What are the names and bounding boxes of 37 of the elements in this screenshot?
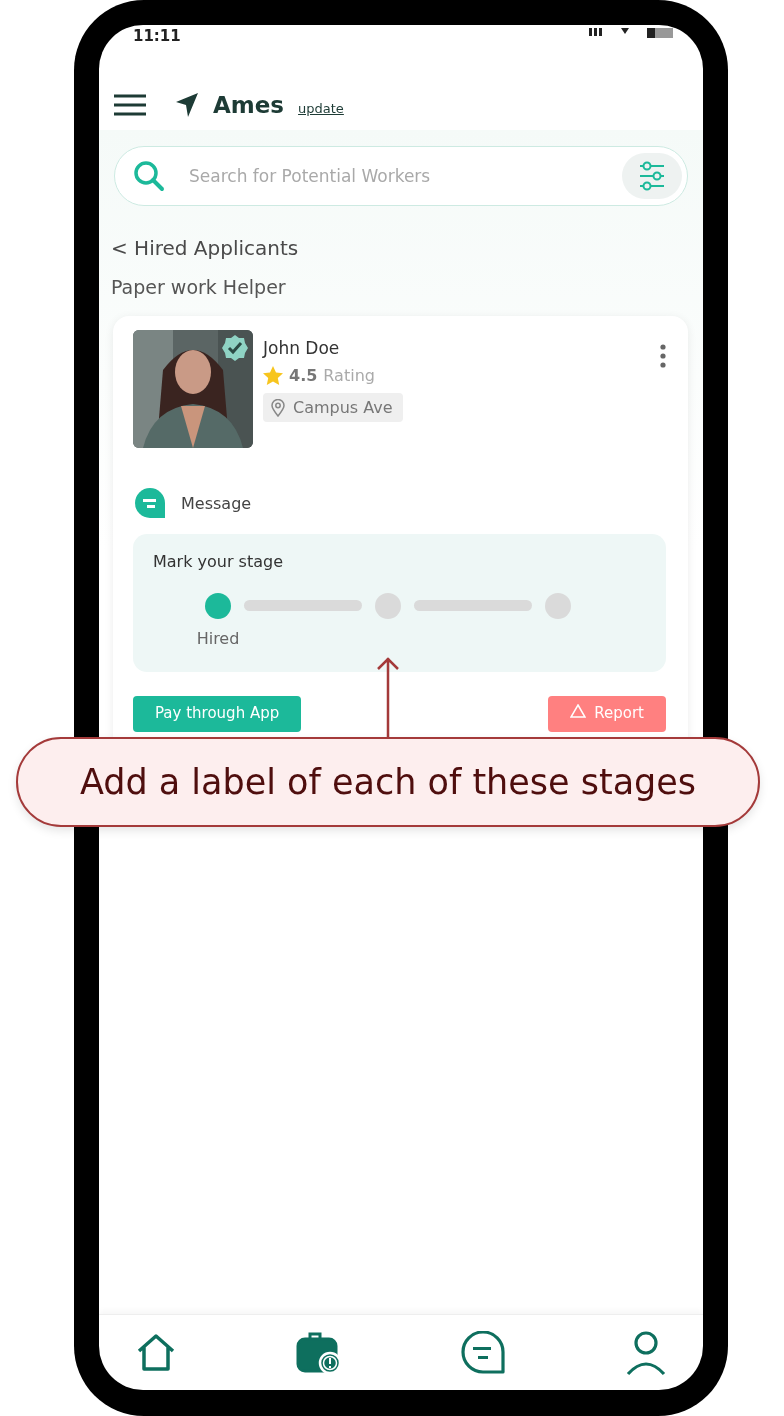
signal-icon [589,28,603,36]
battery-icon [647,28,673,38]
search-field[interactable]: Search for Potential Workers [187,165,600,187]
stage-label: Hired [196,629,240,648]
star-icon [263,366,283,385]
job-title: Paper work Helper [111,276,287,298]
nav-tab[interactable] [460,1330,507,1375]
back-link[interactable]: < Hired Applicants [111,236,688,260]
status-time: 11:11 [133,28,181,44]
home-icon [135,1331,177,1374]
chat-icon [460,1330,507,1375]
applicant-name: John Doe [263,338,341,358]
stage-dot[interactable] [205,593,231,619]
search-icon [133,160,165,192]
wifi-icon [619,28,631,34]
stage-panel-title: Mark your stage [153,552,284,571]
location-text: Campus Ave [293,398,393,417]
more-options-icon[interactable] [660,344,666,368]
location-title: Ames [213,92,285,118]
briefcase-icon [295,1330,342,1375]
nav-tab[interactable] [624,1329,667,1376]
navigation-arrow-icon [175,92,199,118]
rating-label: Rating [323,366,375,385]
profile-icon [624,1329,667,1376]
nav-tab[interactable] [295,1330,342,1375]
stage-dot[interactable] [545,593,571,619]
search-bar[interactable]: Search for Potential Workers [114,146,688,206]
update-link[interactable]: update [298,100,344,116]
sliders-icon [638,161,666,191]
stage-dot[interactable] [375,593,401,619]
warning-icon [570,704,587,718]
location-pin-icon [271,398,285,417]
callout-note: Add a label of each of these stages [16,737,760,827]
menu-icon[interactable] [113,94,147,116]
rating-value: 4.5 [289,366,318,385]
message-link[interactable]: Message [181,493,252,513]
nav-tab[interactable] [135,1331,177,1374]
